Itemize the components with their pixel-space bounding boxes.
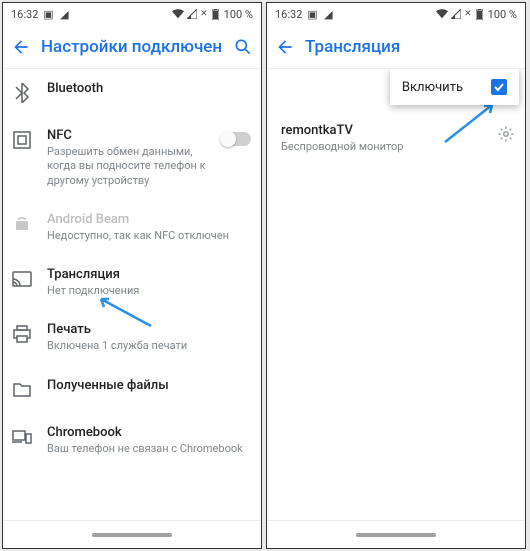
- item-label: Печать: [47, 322, 251, 337]
- item-label: Полученные файлы: [47, 378, 251, 393]
- nfc-toggle[interactable]: [221, 132, 251, 146]
- page-title: Настройки подключения: [41, 37, 223, 57]
- item-sublabel: Разрешить обмен данными, когда вы поднос…: [47, 145, 207, 188]
- notif-icon: ▣: [42, 8, 54, 20]
- status-bar: 16:32 ▣ ◢ ✕ 100 %: [3, 3, 261, 25]
- nav-pill: [92, 533, 172, 537]
- item-cast[interactable]: Трансляция Нет подключения: [3, 255, 261, 310]
- battery-icon: [210, 8, 222, 20]
- item-chromebook[interactable]: Chromebook Ваш телефон не связан c Chrom…: [3, 413, 261, 468]
- status-time: 16:32: [275, 8, 302, 21]
- signal-x-icon: ✕: [464, 9, 472, 19]
- notif-icon: ▣: [306, 8, 318, 20]
- item-sublabel: Включена 1 служба печати: [47, 339, 251, 353]
- item-label: Chromebook: [47, 425, 251, 440]
- devices-icon: [11, 426, 33, 448]
- android-icon: [11, 213, 33, 235]
- item-bluetooth[interactable]: Bluetooth: [3, 69, 261, 116]
- enable-checkbox[interactable]: [491, 79, 507, 95]
- device-subtitle: Беспроводной монитор: [281, 140, 487, 153]
- item-print[interactable]: Печать Включена 1 служба печати: [3, 310, 261, 365]
- page-title: Трансляция: [305, 37, 517, 57]
- nfc-icon: [11, 129, 33, 151]
- wifi-icon: [436, 8, 448, 20]
- app-header: Настройки подключения: [3, 25, 261, 69]
- signal-icon: [186, 8, 198, 20]
- app-header: Трансляция: [267, 25, 525, 69]
- wifi-icon: [172, 8, 184, 20]
- notif-icon: ◢: [58, 8, 70, 20]
- item-label: Bluetooth: [47, 81, 251, 96]
- search-button[interactable]: [233, 37, 253, 57]
- print-icon: [11, 323, 33, 345]
- cast-icon: [11, 268, 33, 290]
- nav-bar[interactable]: [267, 520, 525, 548]
- item-nfc[interactable]: NFC Разрешить обмен данными, когда вы по…: [3, 116, 261, 200]
- item-label: Трансляция: [47, 267, 251, 282]
- item-label: NFC: [47, 128, 207, 143]
- battery-icon: [474, 8, 486, 20]
- back-button[interactable]: [275, 37, 295, 57]
- status-bar: 16:32 ▣ ◢ ✕ 100 %: [267, 3, 525, 25]
- item-android-beam: Android Beam Недоступно, так как NFC отк…: [3, 200, 261, 255]
- item-sublabel: Ваш телефон не связан c Chromebook: [47, 442, 251, 456]
- bluetooth-icon: [11, 82, 33, 104]
- notif-icon: ◢: [322, 8, 334, 20]
- cast-content: Включить remontkaTV Беспроводной монитор: [267, 69, 525, 520]
- folder-icon: [11, 379, 33, 401]
- signal-icon: [450, 8, 462, 20]
- phone-right: 16:32 ▣ ◢ ✕ 100 % Трансляция Включить: [266, 2, 526, 549]
- phone-left: 16:32 ▣ ◢ ✕ 100 % Настройки подключения …: [2, 2, 262, 549]
- check-icon: [493, 81, 505, 93]
- device-row[interactable]: remontkaTV Беспроводной монитор: [267, 109, 525, 163]
- item-sublabel: Нет подключения: [47, 284, 251, 298]
- enable-popup[interactable]: Включить: [390, 69, 519, 105]
- popup-label: Включить: [402, 80, 463, 95]
- back-button[interactable]: [11, 37, 31, 57]
- settings-list: Bluetooth NFC Разрешить обмен данными, к…: [3, 69, 261, 520]
- battery-text: 100 %: [488, 8, 517, 21]
- signal-x-icon: ✕: [200, 9, 208, 19]
- status-time: 16:32: [11, 8, 38, 21]
- gear-icon[interactable]: [497, 125, 515, 143]
- battery-text: 100 %: [224, 8, 253, 21]
- device-title: remontkaTV: [281, 123, 487, 138]
- item-sublabel: Недоступно, так как NFC отключен: [47, 229, 251, 243]
- nav-bar[interactable]: [3, 520, 261, 548]
- item-label: Android Beam: [47, 212, 251, 227]
- item-received-files[interactable]: Полученные файлы: [3, 366, 261, 413]
- nav-pill: [356, 533, 436, 537]
